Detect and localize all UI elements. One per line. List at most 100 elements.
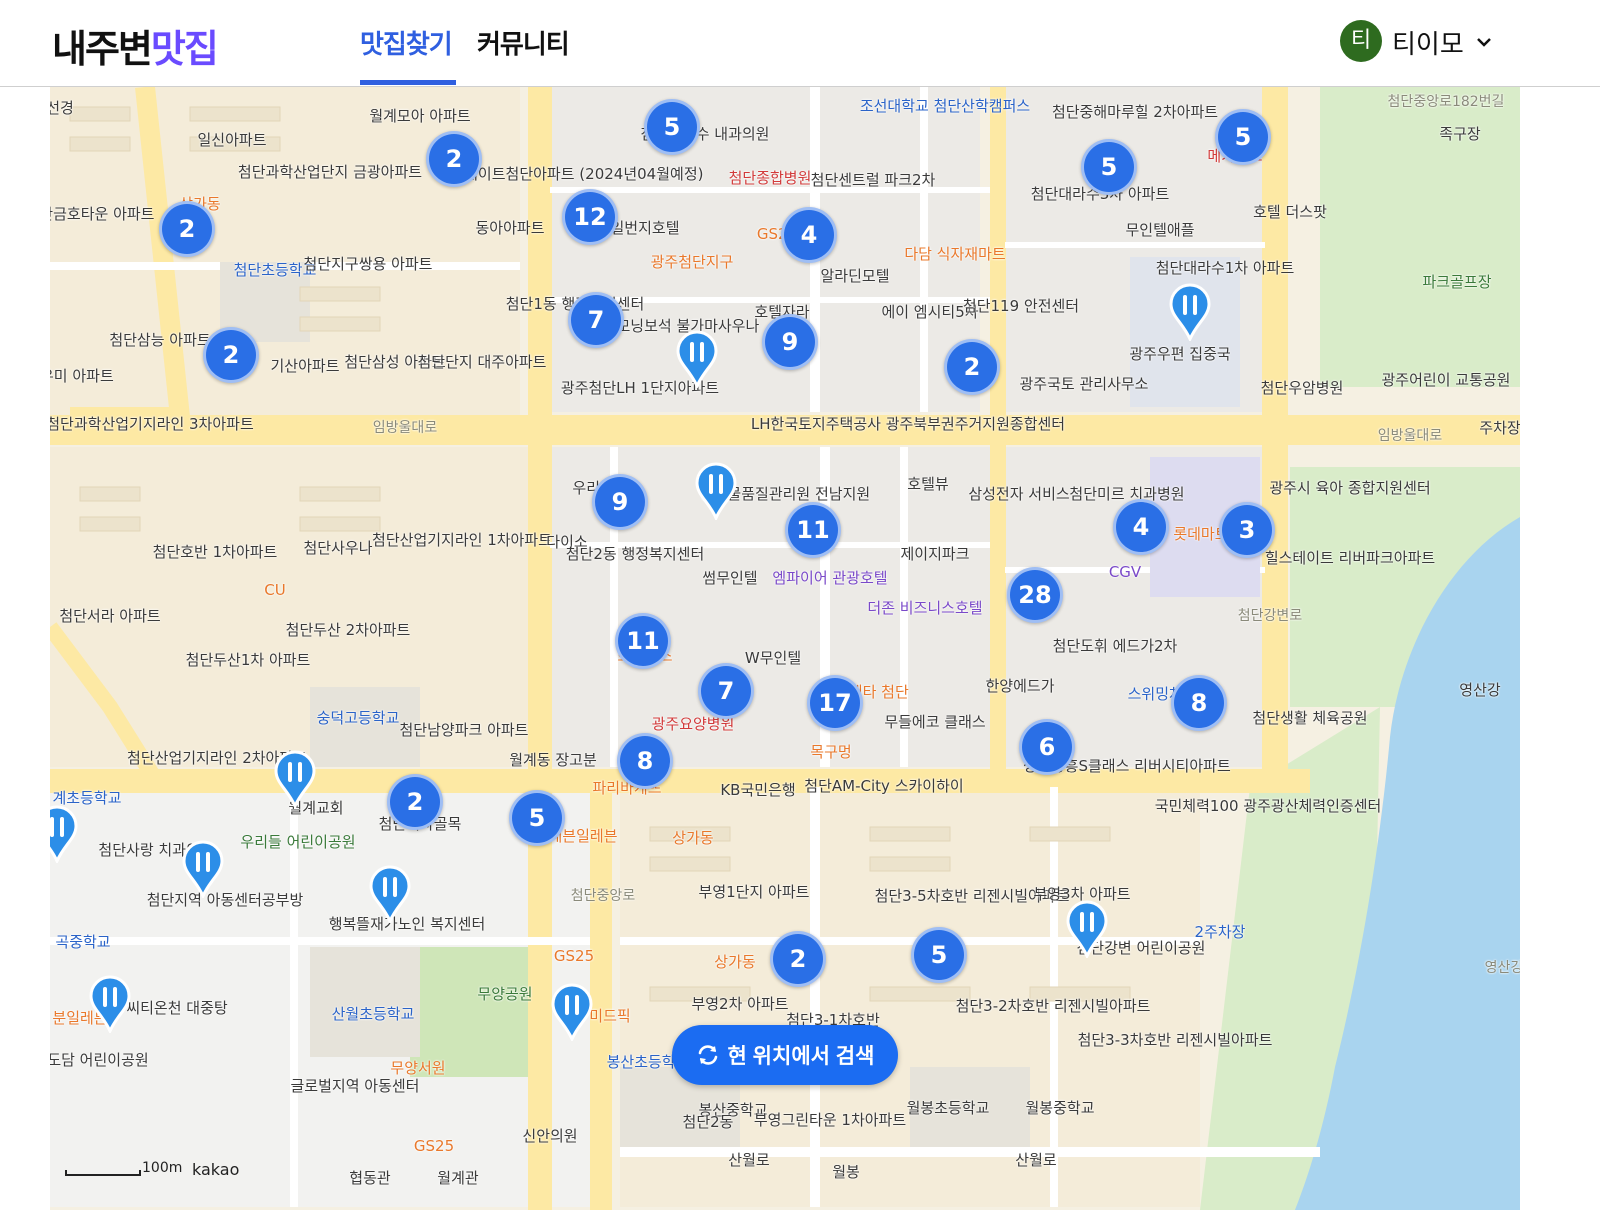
map-place-label: GS25 [413, 1137, 455, 1155]
map-place-label: 씨티온천 대중탕 [126, 999, 228, 1017]
map-scale-bar [65, 1170, 141, 1176]
map-place-label: 첨단강변로 [1237, 608, 1303, 624]
app-logo[interactable]: 내주변맛집 [52, 18, 219, 73]
restaurant-pin-icon[interactable] [274, 750, 316, 808]
map-place-label: 첨단지역 아동센터공부방 [146, 891, 304, 909]
map-place-label: 단우미 아파트 [50, 367, 114, 385]
restaurant-pin-icon[interactable] [369, 865, 411, 923]
logo-text-part2: 맛집 [150, 27, 219, 71]
restaurant-pin-icon[interactable] [182, 840, 224, 898]
restaurant-pin-icon[interactable] [89, 975, 131, 1033]
restaurant-cluster-marker[interactable]: 6 [1019, 719, 1075, 775]
restaurant-cluster-marker[interactable]: 9 [592, 474, 648, 530]
map-place-label: 첨단2동 행정복지센터 [565, 545, 705, 563]
restaurant-pin-icon[interactable] [676, 330, 718, 388]
map-place-label: 무들에코 클래스 [884, 713, 986, 731]
map-place-label: 부영그린타운 1차아파트 [753, 1111, 907, 1129]
restaurant-cluster-marker[interactable]: 5 [1215, 109, 1271, 165]
map-place-label: 첨단3-3차호반 리젠시빌아파트 [1077, 1031, 1273, 1049]
restaurant-cluster-marker[interactable]: 11 [615, 613, 671, 669]
restaurant-cluster-marker[interactable]: 11 [785, 502, 841, 558]
tab-find-restaurants[interactable]: 맛집찾기 [360, 24, 453, 61]
restaurant-cluster-marker[interactable]: 28 [1007, 567, 1063, 623]
map-place-label: 호텔 더스팟 [1253, 203, 1327, 221]
map-place-label: 한양에드가 [985, 677, 1055, 695]
map-place-label: 동아아파트 [475, 219, 545, 237]
restaurant-pin-icon[interactable] [1066, 900, 1108, 958]
map-place-label: 목구멍 [810, 743, 852, 761]
map-place-label: 상가동 [714, 953, 756, 971]
restaurant-cluster-marker[interactable]: 12 [562, 189, 618, 245]
map-place-label: 광주우편 집중국 [1129, 345, 1231, 363]
map-place-label: 광주어린이 교통공원 [1381, 371, 1511, 389]
top-navigation-bar: 내주변맛집 맛집찾기 커뮤니티 티 티이모 [0, 0, 1600, 87]
map-place-label: 영산강 [1459, 681, 1501, 699]
map-place-label: 곡중학교 [55, 933, 111, 951]
map-place-label: 파크골프장 [1422, 273, 1492, 291]
restaurant-cluster-marker[interactable]: 5 [1081, 139, 1137, 195]
restaurant-cluster-marker[interactable]: 2 [770, 931, 826, 987]
map-place-label: 첨단산업기지라인 1차아파트 [372, 531, 552, 549]
map-place-label: 부영2차 아파트 [691, 995, 789, 1013]
map-place-label: 첨단우암병원 [1260, 379, 1344, 397]
restaurant-cluster-marker[interactable]: 17 [807, 675, 863, 731]
map-place-label: 선경 [50, 99, 74, 117]
restaurant-cluster-marker[interactable]: 9 [762, 314, 818, 370]
search-current-location-button[interactable]: 현 위치에서 검색 [672, 1025, 898, 1085]
map-scale-label: 100m [142, 1160, 183, 1176]
search-current-location-label: 현 위치에서 검색 [727, 1045, 875, 1068]
map-place-label: 도담 어린이공원 [50, 1051, 149, 1069]
restaurant-cluster-marker[interactable]: 7 [698, 663, 754, 719]
restaurant-cluster-marker[interactable]: 5 [911, 927, 967, 983]
restaurant-pin-icon[interactable] [50, 805, 78, 863]
restaurant-cluster-marker[interactable]: 2 [387, 774, 443, 830]
map-place-label: 첨단지구쌍용 아파트 [303, 255, 433, 273]
user-avatar[interactable]: 티 [1340, 20, 1382, 62]
map-place-label: 무인텔애플 [1125, 221, 1195, 239]
map-place-label: 힐스테이트 리버파크아파트 [1264, 549, 1436, 567]
map-place-label: 썸무인텔 [702, 569, 758, 587]
restaurant-cluster-marker[interactable]: 5 [644, 99, 700, 155]
map-place-label: 임방울대로 [1377, 428, 1443, 444]
restaurant-cluster-marker[interactable]: 8 [1171, 675, 1227, 731]
map-place-label: 첨단사우나 [303, 539, 373, 557]
restaurant-cluster-marker[interactable]: 4 [781, 207, 837, 263]
active-tab-indicator [360, 80, 456, 85]
map-place-label: 신안의원 [522, 1127, 578, 1145]
map-place-label: 무양공원 [477, 985, 533, 1003]
restaurant-cluster-marker[interactable]: 3 [1219, 502, 1275, 558]
map-place-label: 기산아파트 [270, 357, 340, 375]
restaurant-pin-icon[interactable] [551, 983, 593, 1041]
restaurant-pin-icon[interactable] [695, 462, 737, 520]
map-place-label: 첨단종합병원 [728, 169, 812, 187]
tab-community[interactable]: 커뮤니티 [477, 24, 570, 61]
map-place-label: 산월로 [1015, 1151, 1057, 1169]
user-name[interactable]: 티이모 [1392, 24, 1464, 61]
logo-text-part1: 내주변 [52, 27, 153, 71]
map-place-label: 월봉 [832, 1163, 860, 1181]
map-place-label: 첨단2동 [682, 1113, 734, 1131]
map-place-label: 국민체력100 광주광산체력인증센터 [1154, 797, 1382, 815]
map-place-label: 산월로 [728, 1151, 770, 1169]
map-place-label: 월봉초등학교 [906, 1099, 990, 1117]
map-place-label: 영산강 [1484, 960, 1520, 976]
map-place-label: 첨단두산 2차아파트 [285, 621, 411, 639]
map-place-label: 월봉중학교 [1025, 1099, 1095, 1117]
restaurant-pin-icon[interactable] [1169, 283, 1211, 341]
restaurant-cluster-marker[interactable]: 2 [426, 131, 482, 187]
restaurant-cluster-marker[interactable]: 2 [203, 327, 259, 383]
restaurant-cluster-marker[interactable]: 7 [568, 292, 624, 348]
map-place-label: 월계동 장고분 [509, 751, 597, 769]
map-place-label: 첨단3-2차호반 리젠시빌아파트 [955, 997, 1151, 1015]
restaurant-cluster-marker[interactable]: 8 [617, 733, 673, 789]
map-place-label: LH한국토지주택공사 광주북부권주거지원종합센터 [750, 415, 1066, 433]
restaurant-cluster-marker[interactable]: 2 [159, 201, 215, 257]
restaurant-cluster-marker[interactable]: 2 [944, 339, 1000, 395]
restaurant-cluster-marker[interactable]: 4 [1113, 499, 1169, 555]
restaurant-cluster-marker[interactable]: 5 [509, 790, 565, 846]
map-place-label: 첨단센트럴 파크2차 [810, 171, 936, 189]
chevron-down-icon[interactable] [1476, 34, 1492, 50]
map-place-label: 일번지호텔 [610, 219, 680, 237]
map-place-label: 다담 식자재마트 [904, 245, 1006, 263]
map-place-label: 조선대학교 첨단산학캠퍼스 [859, 97, 1031, 115]
